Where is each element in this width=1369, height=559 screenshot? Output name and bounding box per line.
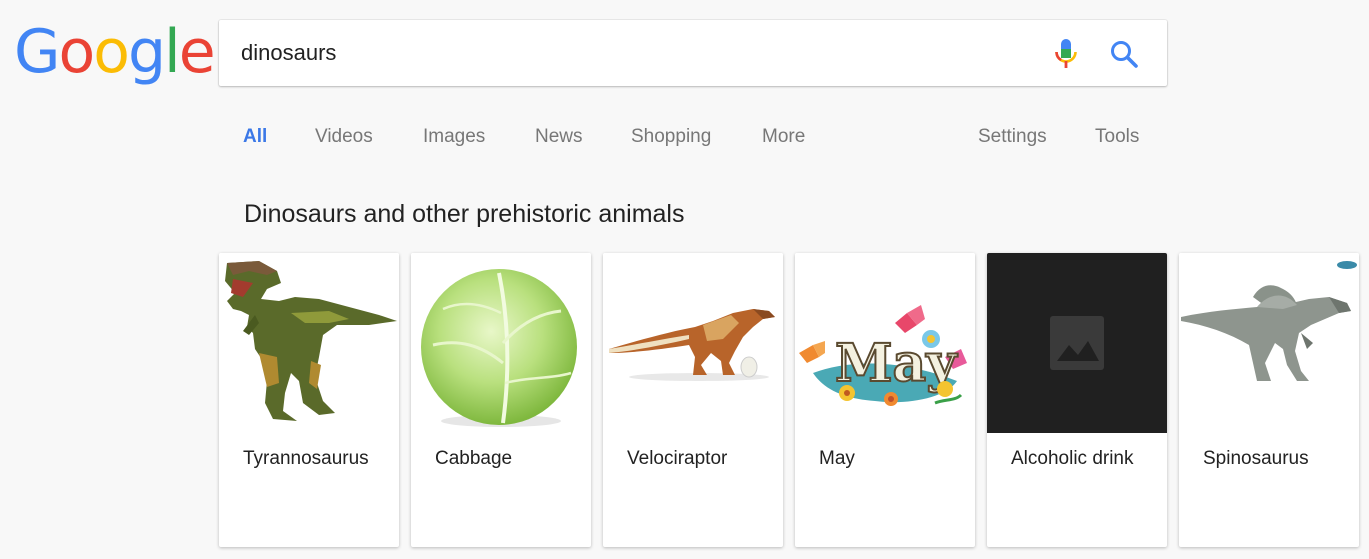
- logo-letter-g1: G: [14, 17, 60, 87]
- section-title: Dinosaurs and other prehistoric animals: [244, 200, 685, 228]
- logo-letter-g2: g: [127, 17, 166, 87]
- tab-more[interactable]: More: [762, 126, 805, 148]
- logo-letter-o1: o: [58, 17, 96, 87]
- tyrannosaurus-image: [219, 253, 399, 433]
- tab-settings[interactable]: Settings: [978, 126, 1047, 148]
- card-label: Cabbage: [435, 448, 513, 469]
- card-velociraptor[interactable]: Velociraptor: [603, 253, 783, 547]
- card-label: Spinosaurus: [1203, 448, 1309, 469]
- tab-news[interactable]: News: [535, 126, 583, 148]
- search-box: [219, 20, 1167, 86]
- card-spinosaurus[interactable]: Spinosaurus: [1179, 253, 1359, 547]
- card-tyrannosaurus[interactable]: Tyrannosaurus: [219, 253, 399, 547]
- image-placeholder-icon: [987, 253, 1167, 433]
- logo-letter-o2: o: [93, 17, 130, 87]
- card-label: Tyrannosaurus: [243, 448, 369, 469]
- tab-tools[interactable]: Tools: [1095, 126, 1139, 148]
- search-input[interactable]: [241, 34, 1021, 72]
- tab-videos[interactable]: Videos: [315, 126, 373, 148]
- tab-shopping[interactable]: Shopping: [631, 126, 711, 148]
- tab-images[interactable]: Images: [423, 126, 485, 148]
- may-clipart-image: May: [795, 253, 975, 433]
- search-tabs: All Videos Images News Shopping More Set…: [219, 126, 1167, 156]
- cabbage-image: [411, 253, 591, 433]
- velociraptor-image: [603, 253, 783, 433]
- google-logo[interactable]: Google: [14, 17, 216, 87]
- logo-letter-e: e: [178, 17, 216, 87]
- microphone-icon[interactable]: [1052, 37, 1080, 71]
- logo-letter-l: l: [164, 17, 181, 87]
- tab-all[interactable]: All: [243, 126, 267, 148]
- card-label: Velociraptor: [627, 448, 728, 469]
- search-icon[interactable]: [1109, 39, 1139, 69]
- spinosaurus-image: [1179, 253, 1359, 433]
- card-may[interactable]: May May: [795, 253, 975, 547]
- card-alcoholic-drink[interactable]: Alcoholic drink: [987, 253, 1167, 547]
- card-label: May: [819, 448, 855, 469]
- card-cabbage[interactable]: Cabbage: [411, 253, 591, 547]
- card-label: Alcoholic drink: [1011, 448, 1134, 469]
